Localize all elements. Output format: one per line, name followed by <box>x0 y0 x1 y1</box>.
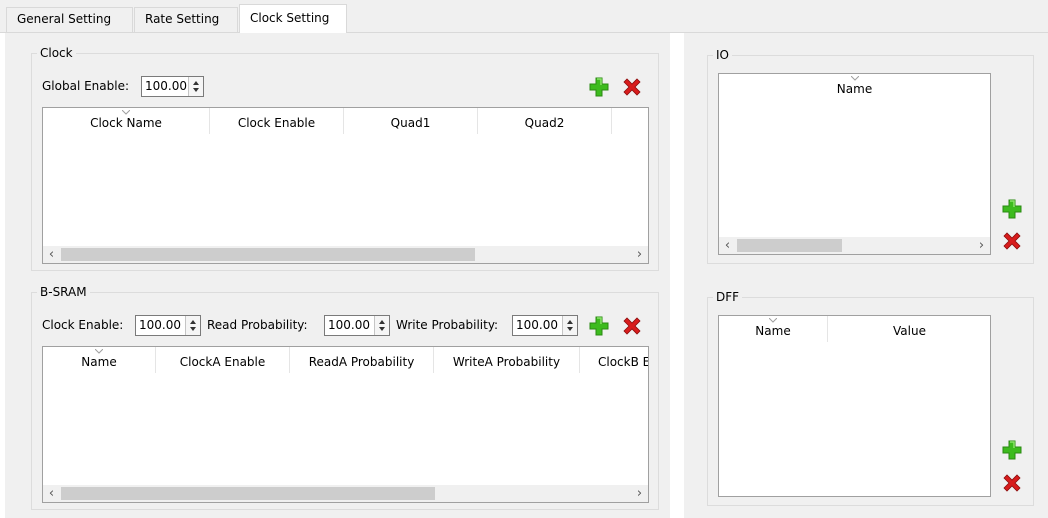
column-header-name[interactable]: Name <box>719 316 828 342</box>
column-header-name[interactable]: Name <box>43 347 156 373</box>
spin-up-icon[interactable] <box>379 319 385 324</box>
dff-table[interactable]: Name Value <box>718 315 991 497</box>
spin-up-icon[interactable] <box>193 80 199 85</box>
scroll-right-icon[interactable]: › <box>631 485 648 502</box>
tab-clock-setting[interactable]: Clock Setting <box>239 4 347 33</box>
tab-rate-setting[interactable]: Rate Setting <box>134 7 238 32</box>
clock-table-hscrollbar[interactable]: ‹ › <box>43 246 648 263</box>
sort-chevron-icon <box>769 318 777 323</box>
clock-delete-button[interactable] <box>620 75 644 99</box>
column-header-clocka-enable[interactable]: ClockA Enable <box>156 347 290 373</box>
spin-down-icon[interactable] <box>193 88 199 93</box>
io-delete-button[interactable] <box>1000 229 1024 253</box>
scroll-thumb[interactable] <box>737 239 842 252</box>
scroll-left-icon[interactable]: ‹ <box>43 485 60 502</box>
spin-down-icon[interactable] <box>567 327 573 332</box>
read-probability-value: 100.00 <box>328 318 370 332</box>
column-header-quad2[interactable]: Quad2 <box>478 108 612 134</box>
spin-arrows[interactable] <box>188 77 203 96</box>
read-probability-spinbox[interactable]: 100.00 <box>324 315 390 336</box>
io-table-header: Name <box>719 74 990 100</box>
dff-add-button[interactable] <box>1000 438 1024 462</box>
write-probability-spinbox[interactable]: 100.00 <box>512 315 578 336</box>
spin-arrows[interactable] <box>562 316 577 335</box>
scroll-right-icon[interactable]: › <box>631 246 648 263</box>
bsram-add-button[interactable] <box>587 314 611 338</box>
tab-general-setting[interactable]: General Setting <box>6 7 133 32</box>
io-table-hscrollbar[interactable]: ‹ › <box>719 237 990 254</box>
plus-icon <box>589 316 609 336</box>
sort-chevron-icon <box>122 110 130 115</box>
dff-delete-button[interactable] <box>1000 471 1024 495</box>
column-header-clock-enable[interactable]: Clock Enable <box>210 108 344 134</box>
spin-up-icon[interactable] <box>567 319 573 324</box>
io-add-button[interactable] <box>1000 197 1024 221</box>
column-header-reada-probability[interactable]: ReadA Probability <box>290 347 434 373</box>
column-header-value[interactable]: Value <box>828 316 990 342</box>
bsram-clock-enable-label: Clock Enable: <box>42 318 124 332</box>
clock-group-title: Clock <box>37 46 76 60</box>
bsram-table-hscrollbar[interactable]: ‹ › <box>43 485 648 502</box>
delete-x-icon <box>1003 232 1021 250</box>
scroll-thumb[interactable] <box>61 248 475 261</box>
scroll-right-icon[interactable]: › <box>973 237 990 254</box>
write-probability-label: Write Probability: <box>396 318 499 332</box>
write-probability-value: 100.00 <box>516 318 558 332</box>
spin-arrows[interactable] <box>185 316 200 335</box>
io-table[interactable]: Name ‹ › <box>718 73 991 255</box>
clock-table-header: Clock Name Clock Enable Quad1 Quad2 <box>43 108 612 134</box>
bsram-table-header: Name ClockA Enable ReadA Probability Wri… <box>43 347 648 373</box>
sort-chevron-icon <box>850 76 859 81</box>
clock-table[interactable]: Clock Name Clock Enable Quad1 Quad2 ‹ › <box>42 107 649 264</box>
bsram-clock-enable-spinbox[interactable]: 100.00 <box>135 315 201 336</box>
delete-x-icon <box>623 78 641 96</box>
delete-x-icon <box>1003 474 1021 492</box>
io-group-title: IO <box>713 48 732 62</box>
read-probability-label: Read Probability: <box>207 318 308 332</box>
scroll-thumb[interactable] <box>61 487 435 500</box>
column-header-quad1[interactable]: Quad1 <box>344 108 478 134</box>
dff-group-title: DFF <box>713 290 743 304</box>
column-header-clock-name[interactable]: Clock Name <box>43 108 210 134</box>
bsram-delete-button[interactable] <box>620 314 644 338</box>
delete-x-icon <box>623 317 641 335</box>
plus-icon <box>1002 199 1022 219</box>
bsram-clock-enable-value: 100.00 <box>139 318 181 332</box>
global-enable-value: 100.00 <box>145 79 187 93</box>
plus-icon <box>589 77 609 97</box>
scroll-left-icon[interactable]: ‹ <box>719 237 736 254</box>
global-enable-spinbox[interactable]: 100.00 <box>141 76 204 97</box>
dff-table-header: Name Value <box>719 316 990 342</box>
scroll-left-icon[interactable]: ‹ <box>43 246 60 263</box>
clock-add-button[interactable] <box>587 75 611 99</box>
plus-icon <box>1002 440 1022 460</box>
column-header-writea-probability[interactable]: WriteA Probability <box>434 347 580 373</box>
column-header-name[interactable]: Name <box>719 74 990 100</box>
spin-arrows[interactable] <box>374 316 389 335</box>
spin-down-icon[interactable] <box>190 327 196 332</box>
spin-up-icon[interactable] <box>190 319 196 324</box>
bsram-group-title: B-SRAM <box>37 285 90 299</box>
global-enable-label: Global Enable: <box>42 79 130 93</box>
sort-chevron-icon <box>95 349 103 354</box>
column-header-clockb-enable[interactable]: ClockB E <box>580 347 648 373</box>
bsram-table[interactable]: Name ClockA Enable ReadA Probability Wri… <box>42 346 649 503</box>
spin-down-icon[interactable] <box>379 327 385 332</box>
